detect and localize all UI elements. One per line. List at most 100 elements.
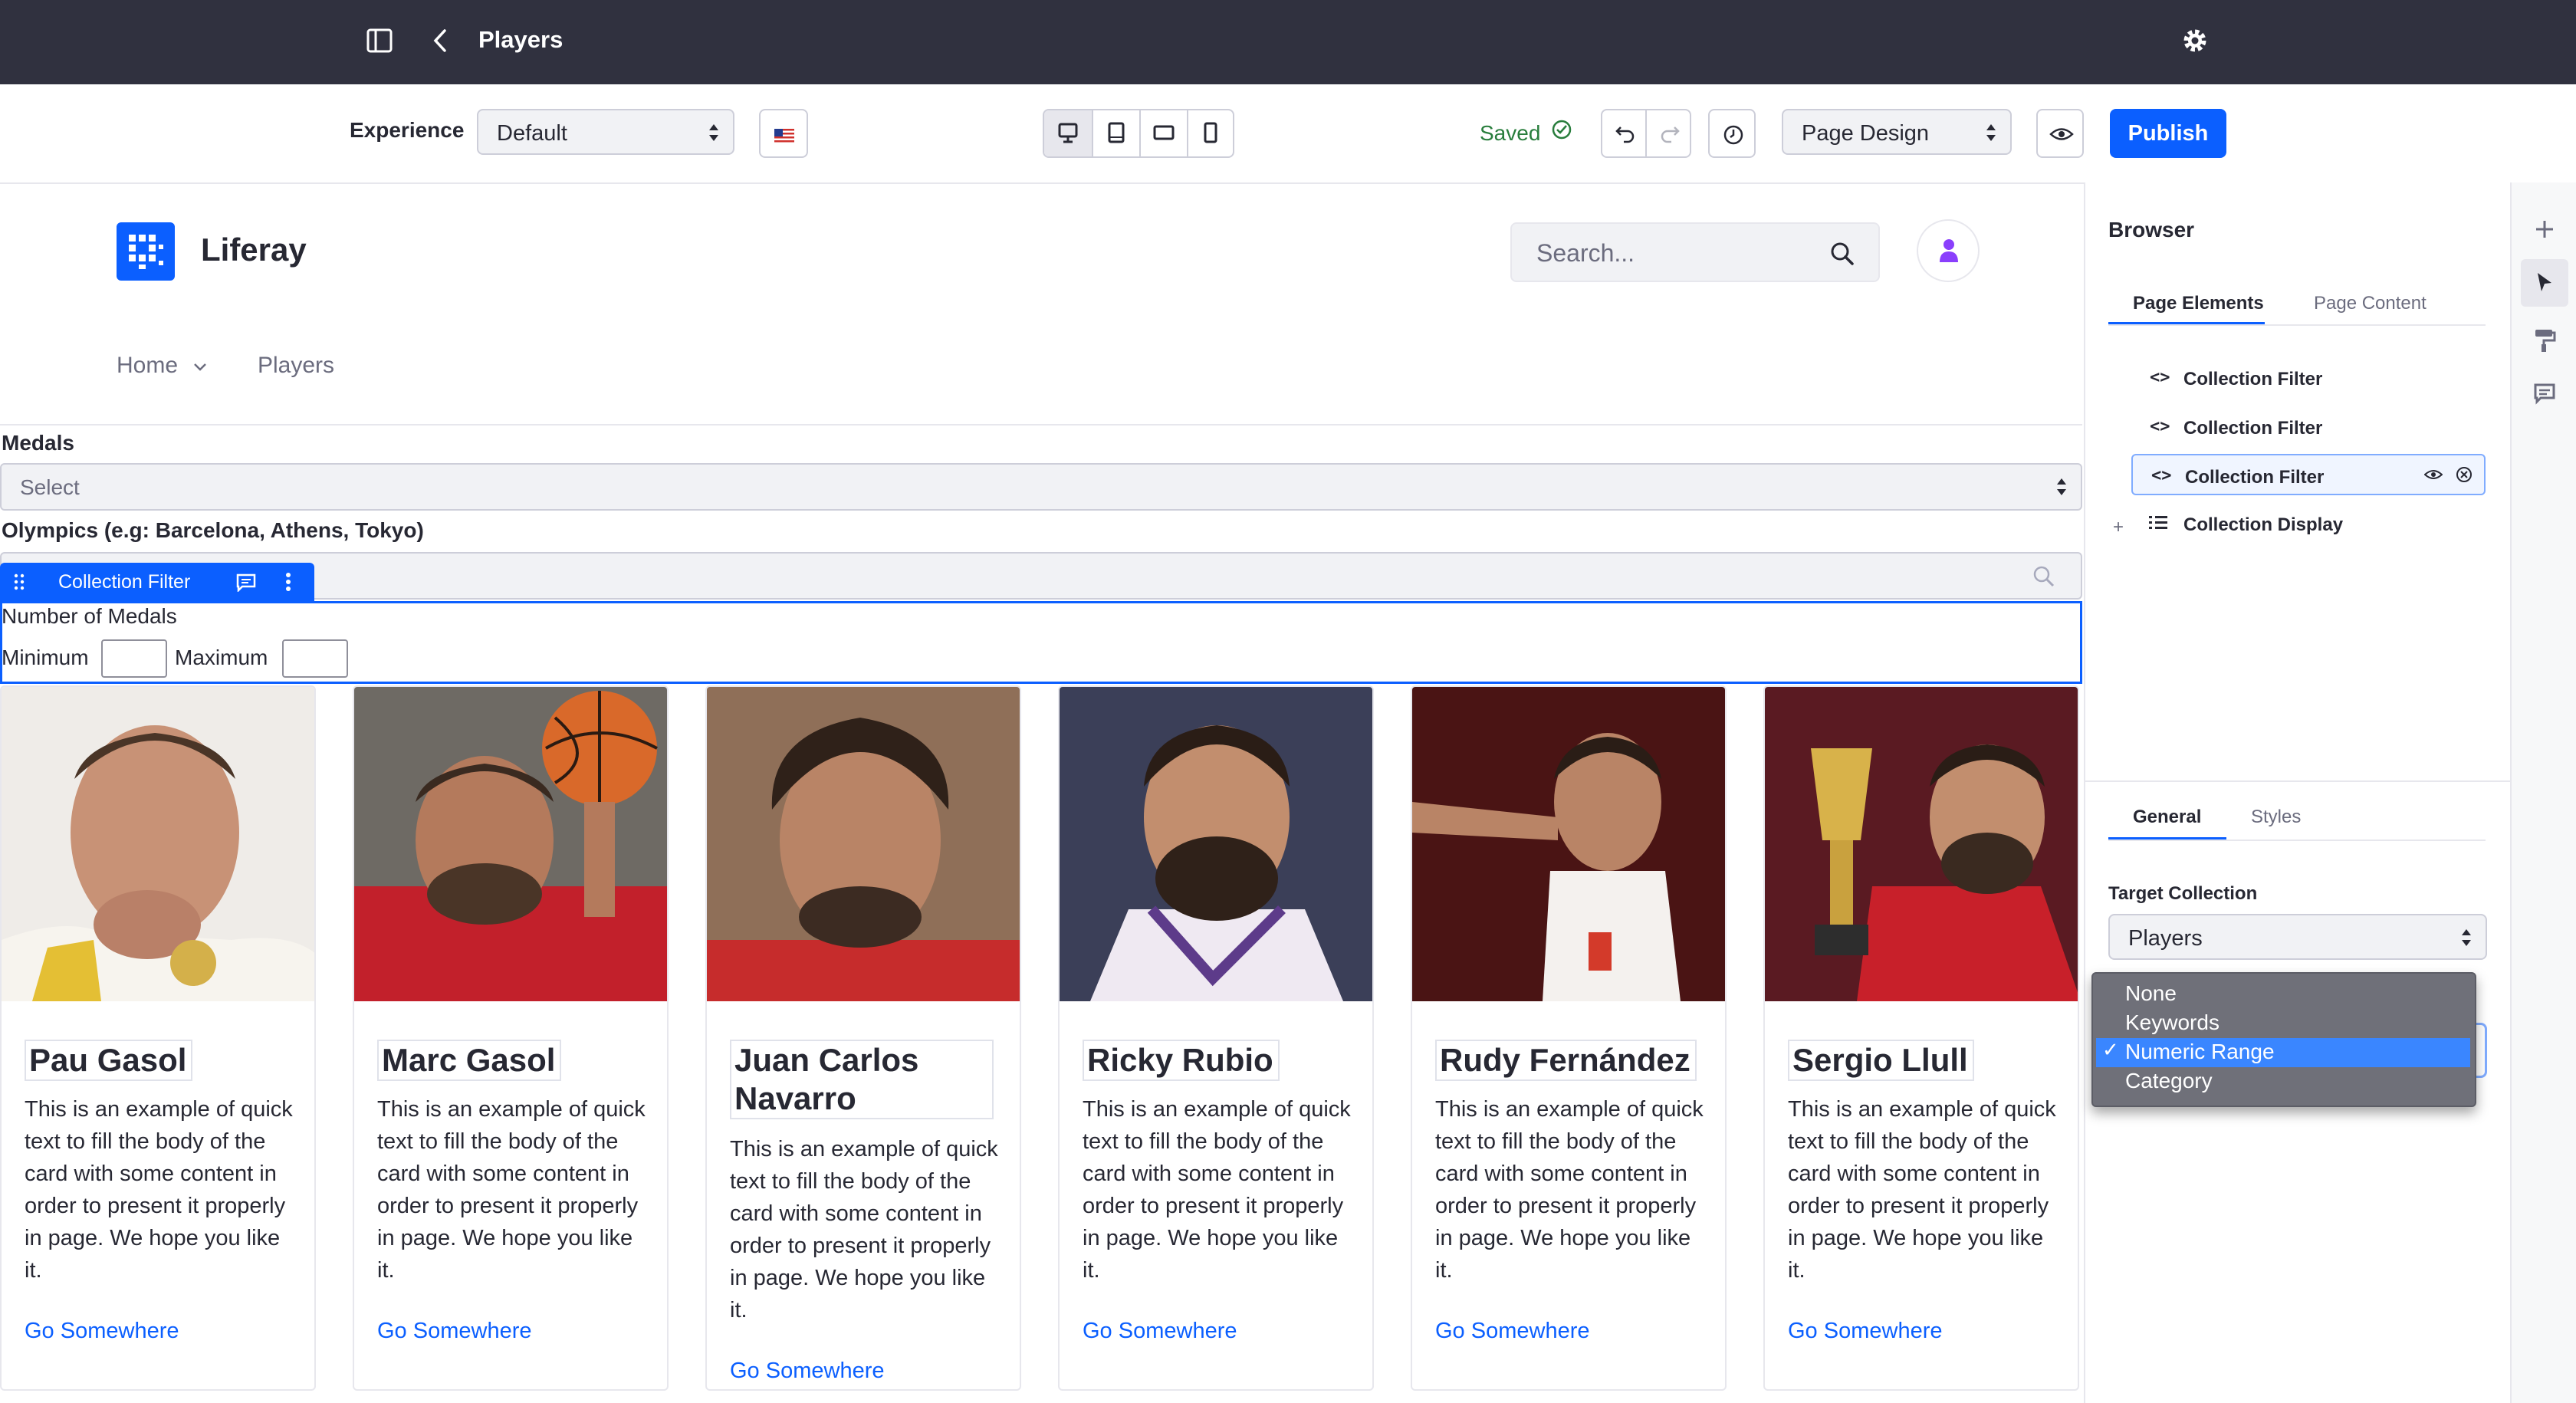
tab-styles[interactable]: Styles (2251, 807, 2301, 828)
saved-check-icon (1550, 118, 1573, 141)
preview-button[interactable] (2036, 109, 2084, 158)
page-design-options-button[interactable] (2525, 319, 2564, 357)
mobile-portrait-icon (1204, 122, 1217, 143)
target-collection-value: Players (2128, 926, 2203, 951)
undo-button[interactable] (1601, 109, 1647, 158)
card-title: Pau Gasol (25, 1040, 193, 1081)
select-arrows-icon (2057, 478, 2066, 495)
card-text: This is an example of quick text to fill… (1083, 1097, 1351, 1283)
collection-filter-topper-label: Collection Filter (58, 571, 191, 593)
minimum-input[interactable] (101, 639, 167, 678)
more-vertical-icon[interactable] (285, 572, 291, 592)
landscape-viewport-button[interactable] (1139, 110, 1188, 156)
select-arrows-icon (2462, 929, 2471, 946)
experience-value: Default (497, 121, 567, 146)
mobile-landscape-icon (1153, 125, 1175, 140)
card-link[interactable]: Go Somewhere (1083, 1319, 1237, 1344)
tree-item-collection-display[interactable]: Collection Display (2131, 503, 2486, 544)
nav-players[interactable]: Players (258, 353, 334, 379)
select-arrows-icon (1986, 124, 1996, 141)
dropdown-option-none[interactable]: None (2125, 981, 2177, 1006)
player-card: Pau Gasol This is an example of quick te… (0, 685, 316, 1391)
remove-circle-icon[interactable] (2455, 465, 2473, 484)
card-link[interactable]: Go Somewhere (730, 1359, 885, 1384)
sidebar-toggle-icon[interactable] (366, 28, 393, 54)
player-card: Rudy Fernández This is an example of qui… (1411, 685, 1727, 1391)
nav-home[interactable]: Home (117, 353, 178, 379)
player-photo (1060, 687, 1372, 1001)
card-link[interactable]: Go Somewhere (377, 1319, 532, 1344)
tree-item-label: Collection Display (2183, 514, 2344, 535)
maximum-input[interactable] (282, 639, 348, 678)
tab-page-elements[interactable]: Page Elements (2133, 293, 2264, 314)
card-link[interactable]: Go Somewhere (1788, 1319, 1943, 1344)
collection-filter-topper[interactable]: Collection Filter (0, 563, 314, 601)
target-collection-select[interactable]: Players (2108, 914, 2487, 960)
language-flag-button[interactable] (759, 109, 808, 158)
player-photo (1765, 687, 2078, 1001)
dropdown-option-numeric-range[interactable]: Numeric Range (2125, 1040, 2275, 1064)
desktop-viewport-button[interactable] (1044, 110, 1092, 156)
tree-item-collection-filter-selected[interactable]: <> Collection Filter (2131, 454, 2486, 495)
number-of-medals-label: Number of Medals (2, 604, 177, 628)
liferay-logo[interactable] (117, 222, 175, 281)
maximum-label: Maximum (175, 646, 268, 669)
header-divider (0, 424, 2082, 426)
drag-handle-icon[interactable] (14, 573, 25, 590)
player-photo (1412, 687, 1725, 1001)
browser-button[interactable] (2521, 259, 2568, 307)
expand-plus-icon[interactable]: + (2113, 517, 2124, 538)
list-icon (2149, 516, 2167, 529)
paint-roller-icon (2535, 330, 2556, 352)
history-icon (1723, 125, 1743, 145)
user-icon (1940, 239, 1958, 262)
page-title: Players (478, 26, 564, 53)
card-title: Ricky Rubio (1083, 1040, 1280, 1081)
card-link[interactable]: Go Somewhere (1435, 1319, 1590, 1344)
comment-icon[interactable] (236, 573, 256, 592)
site-brand[interactable]: Liferay (201, 232, 307, 268)
medals-select[interactable]: Select (0, 463, 2082, 511)
search-placeholder: Search... (1536, 239, 1635, 267)
publish-button[interactable]: Publish (2110, 109, 2226, 158)
tablet-icon (1108, 122, 1125, 143)
tabs-divider (2108, 324, 2486, 326)
tree-item-collection-filter[interactable]: <> Collection Filter (2131, 357, 2486, 399)
card-title: Sergio Llull (1788, 1040, 1974, 1081)
card-title: Marc Gasol (377, 1040, 562, 1081)
tab-page-content[interactable]: Page Content (2314, 293, 2426, 314)
player-photo (2, 687, 314, 1001)
player-card: Sergio Llull This is an example of quick… (1763, 685, 2079, 1391)
check-icon: ✓ (2102, 1038, 2119, 1061)
experience-select[interactable]: Default (477, 109, 734, 155)
minimum-label: Minimum (2, 646, 89, 669)
tab-general[interactable]: General (2133, 807, 2201, 828)
redo-button[interactable] (1645, 109, 1691, 158)
tree-item-collection-filter[interactable]: <> Collection Filter (2131, 406, 2486, 448)
page-design-select[interactable]: Page Design (1782, 109, 2012, 155)
saved-status: Saved (1480, 121, 1541, 145)
chevron-down-icon[interactable] (193, 362, 207, 371)
search-icon[interactable] (1829, 241, 1855, 267)
portrait-viewport-button[interactable] (1187, 110, 1234, 156)
tablet-viewport-button[interactable] (1092, 110, 1141, 156)
add-fragment-button[interactable] (2525, 210, 2564, 248)
comments-button[interactable] (2525, 374, 2564, 412)
back-chevron-icon[interactable] (431, 28, 449, 54)
gear-icon[interactable] (2180, 26, 2210, 55)
card-text: This is an example of quick text to fill… (730, 1137, 998, 1322)
search-icon[interactable] (2032, 564, 2056, 589)
site-search[interactable]: Search... (1510, 222, 1880, 282)
dropdown-option-keywords[interactable]: Keywords (2125, 1010, 2220, 1035)
card-text: This is an example of quick text to fill… (1788, 1097, 2056, 1283)
card-text: This is an example of quick text to fill… (1435, 1097, 1704, 1283)
card-text: This is an example of quick text to fill… (25, 1097, 293, 1283)
user-avatar[interactable] (1917, 219, 1980, 282)
history-button[interactable] (1708, 109, 1756, 158)
dropdown-option-category[interactable]: Category (2125, 1069, 2213, 1093)
medals-select-value: Select (20, 475, 80, 499)
card-link[interactable]: Go Somewhere (25, 1319, 179, 1344)
eye-icon[interactable] (2424, 468, 2443, 481)
select-arrows-icon (709, 124, 718, 141)
player-card: Ricky Rubio This is an example of quick … (1058, 685, 1374, 1391)
